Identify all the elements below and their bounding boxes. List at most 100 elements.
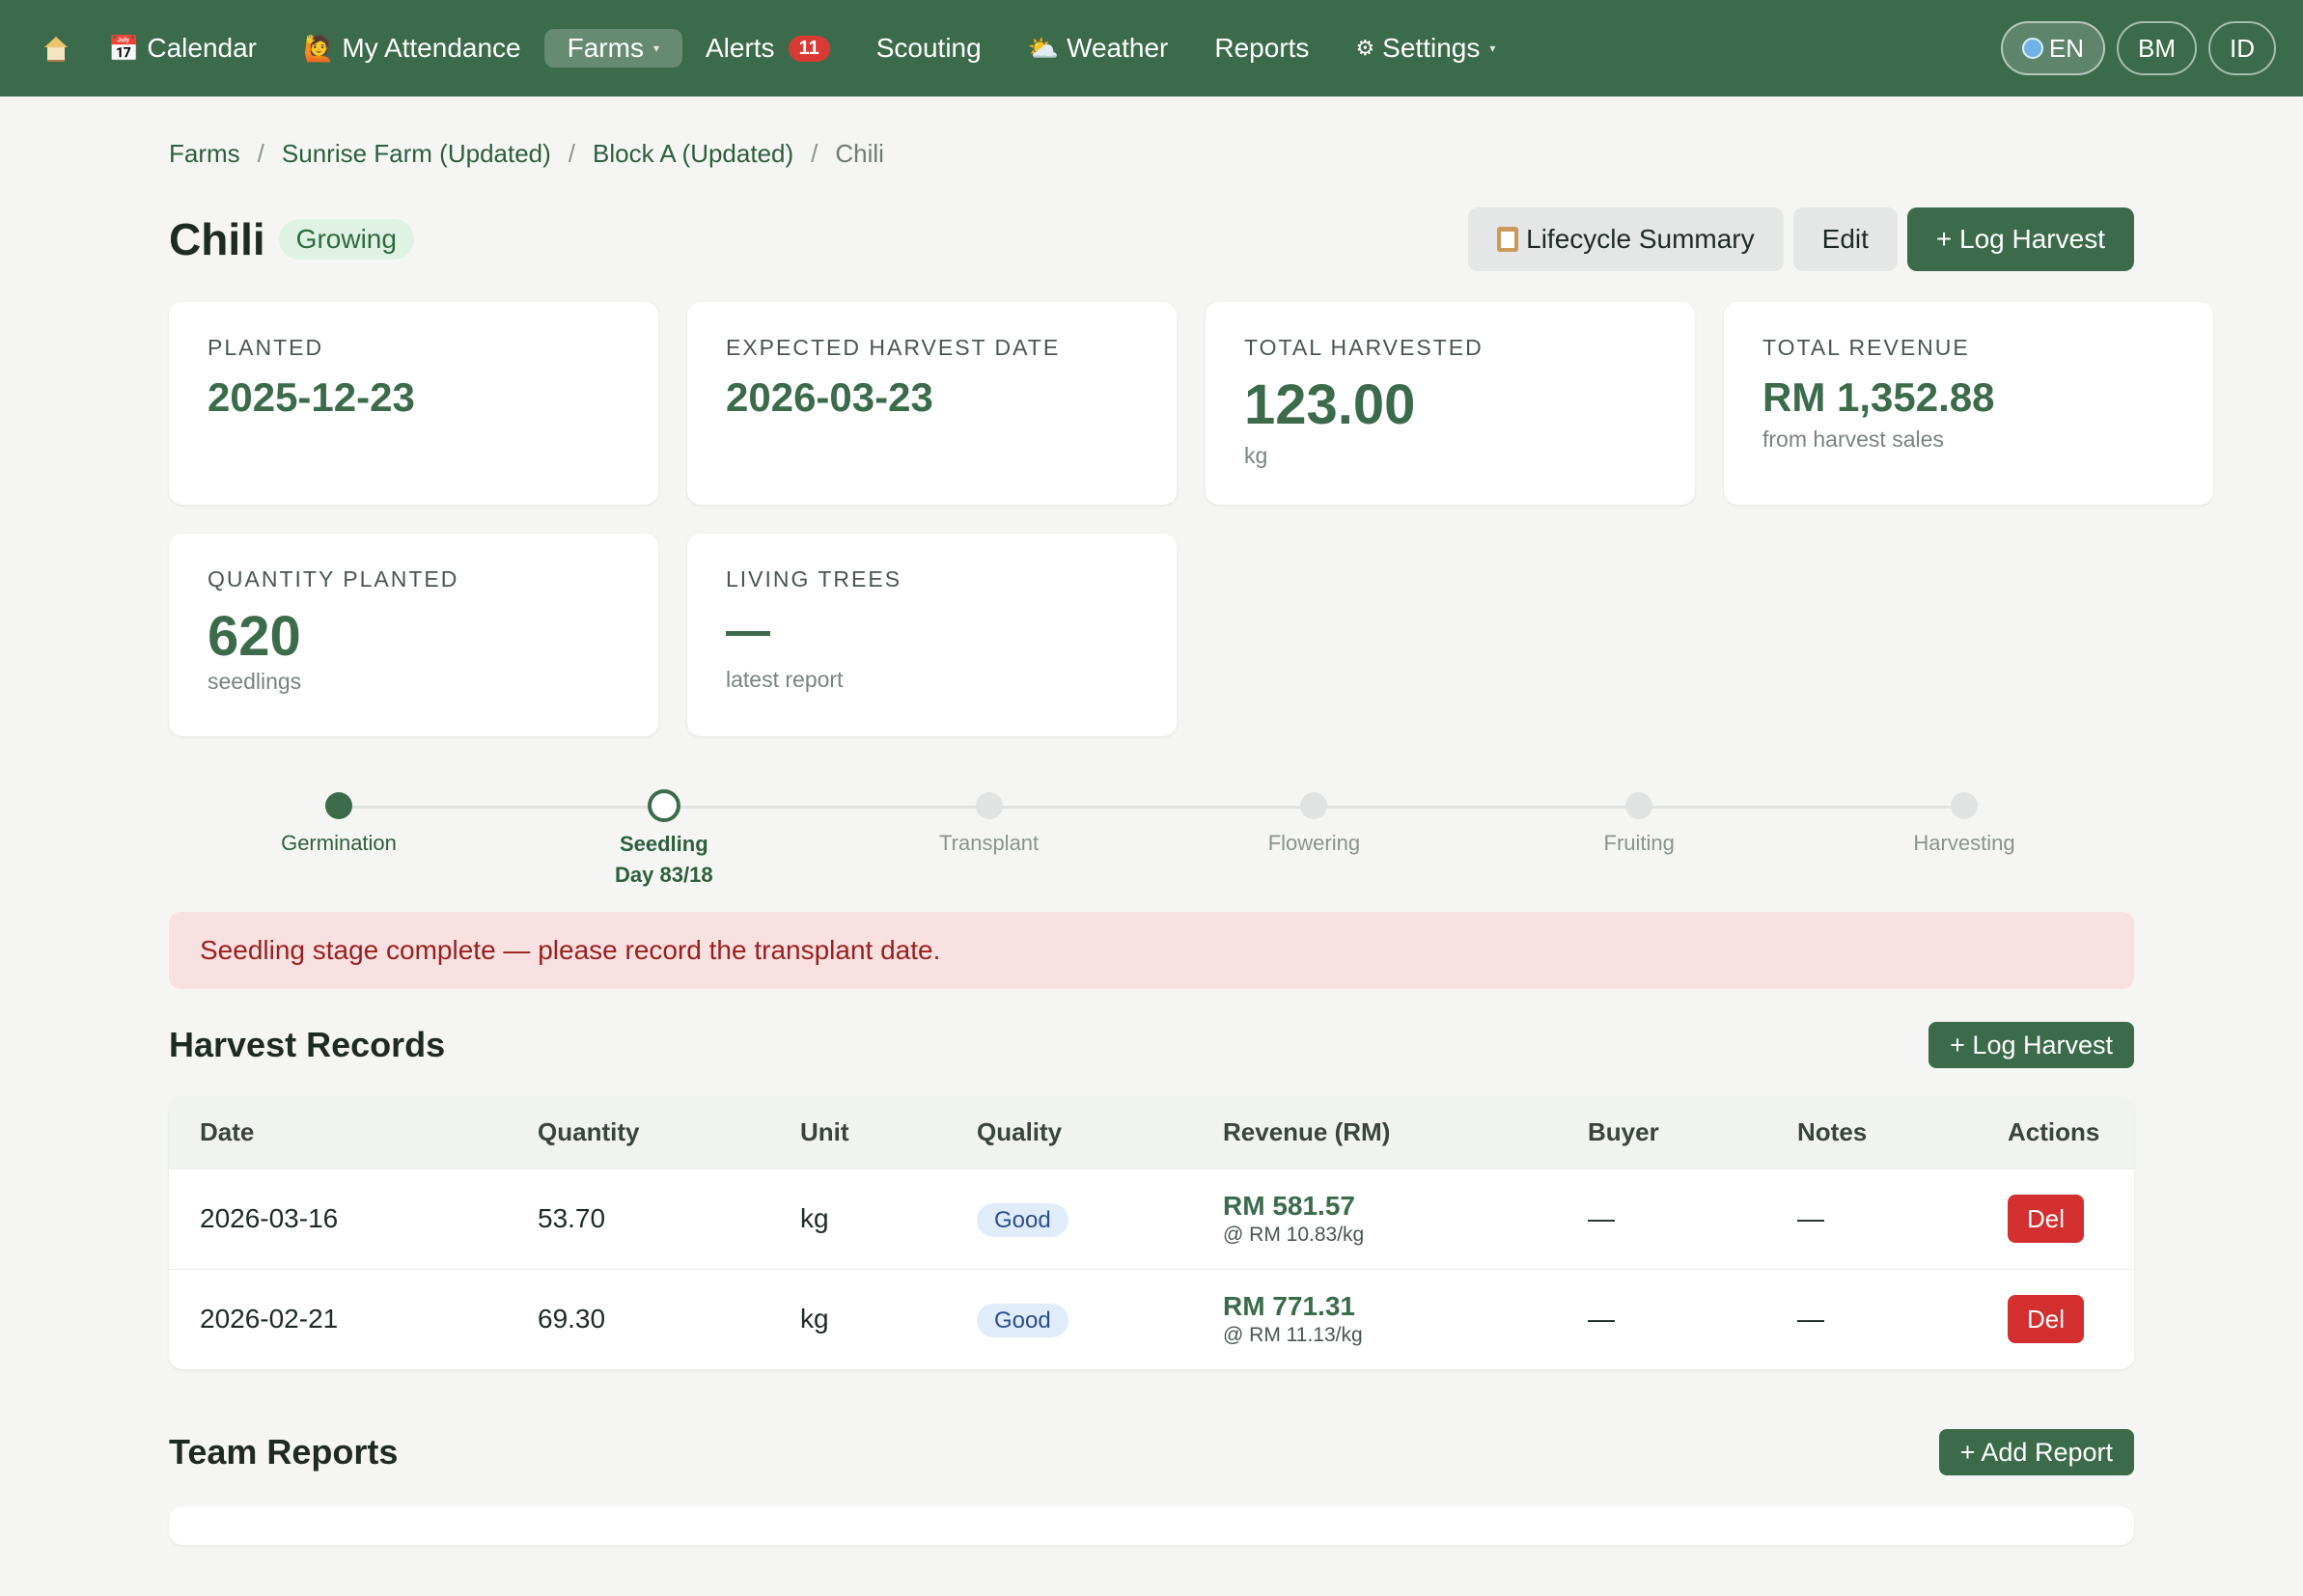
stage-dot-pending <box>1625 792 1653 819</box>
stat-label: Total Harvested <box>1244 335 1484 360</box>
breadcrumb-separator: / <box>811 139 819 168</box>
breadcrumb-separator: / <box>568 139 576 168</box>
col-notes: Notes <box>1766 1097 1977 1169</box>
lang-bm-button[interactable]: BM <box>2117 21 2197 75</box>
lang-en-label: EN <box>2048 33 2084 63</box>
stage-day-count: Day 83/18 <box>615 863 713 887</box>
gear-icon: ⚙ <box>1355 36 1375 60</box>
edit-button[interactable]: Edit <box>1792 207 1898 271</box>
nav-alerts-label: Alerts <box>705 33 775 63</box>
stat-value: 2025-12-23 <box>208 374 415 420</box>
nav-my-attendance[interactable]: 🙋 My Attendance <box>280 29 544 68</box>
stage-dot-pending <box>975 792 1003 819</box>
stage-label: Germination <box>281 831 397 855</box>
stat-label: Quantity Planted <box>208 566 459 592</box>
nav-my-attendance-label: My Attendance <box>342 33 521 63</box>
cell-notes: — <box>1766 1268 1977 1369</box>
home-button[interactable] <box>27 37 85 62</box>
nav-weather-label: Weather <box>1067 33 1169 63</box>
stat-label: Planted <box>208 335 324 360</box>
cell-actions: Del <box>1977 1168 2134 1269</box>
stage-label: Fruiting <box>1603 831 1675 855</box>
log-harvest-small-button[interactable]: + Log Harvest <box>1928 1022 2134 1068</box>
nav-calendar-label: Calendar <box>147 33 258 63</box>
nav-reports[interactable]: Reports <box>1191 29 1332 68</box>
cell-quality: Good <box>946 1268 1192 1369</box>
lifecycle-summary-label: Lifecycle Summary <box>1526 224 1755 254</box>
cell-quantity: 53.70 <box>507 1168 769 1269</box>
stat-value: RM 1,352.88 <box>1762 374 1995 420</box>
stat-card-quantity-planted: Quantity Planted 620 seedlings <box>169 534 658 736</box>
delete-button[interactable]: Del <box>2008 1295 2085 1344</box>
cell-notes: — <box>1766 1168 1977 1269</box>
alerts-count-badge: 11 <box>788 35 830 62</box>
nav-scouting-label: Scouting <box>875 33 982 63</box>
stat-value: 123.00 <box>1244 373 1416 436</box>
nav-settings[interactable]: ⚙ Settings ▾ <box>1332 29 1518 68</box>
harvest-records-header: Harvest Records + Log Harvest <box>169 1022 2134 1068</box>
cell-revenue: RM 771.31 @ RM 11.13/kg <box>1192 1268 1557 1369</box>
stage-dot-done <box>325 792 352 819</box>
stat-card-expected-harvest: Expected Harvest Date 2026-03-23 <box>687 302 1177 505</box>
log-harvest-button[interactable]: + Log Harvest <box>1906 207 2134 271</box>
caret-down-icon: ▾ <box>652 41 659 55</box>
stat-value: 620 <box>208 605 301 668</box>
stage-label: Harvesting <box>1913 831 2015 855</box>
breadcrumb-current: Chili <box>835 139 884 168</box>
stat-label: Living Trees <box>726 566 902 592</box>
harvest-table: Date Quantity Unit Quality Revenue (RM) … <box>169 1097 2134 1369</box>
nav-scouting[interactable]: Scouting <box>853 29 1005 68</box>
cell-actions: Del <box>1977 1268 2134 1369</box>
nav-farms-label: Farms <box>567 33 644 63</box>
breadcrumb-farm[interactable]: Sunrise Farm (Updated) <box>282 139 551 169</box>
delete-button[interactable]: Del <box>2008 1195 2085 1243</box>
calendar-icon: 📅 <box>108 33 140 63</box>
stage-label: Transplant <box>939 831 1040 855</box>
page-title: Chili <box>169 214 265 264</box>
add-report-button[interactable]: + Add Report <box>1938 1429 2134 1475</box>
cell-date: 2026-03-16 <box>169 1168 507 1269</box>
col-revenue: Revenue (RM) <box>1192 1097 1557 1169</box>
col-date: Date <box>169 1097 507 1169</box>
revenue-amount: RM 581.57 <box>1223 1191 1355 1221</box>
stat-label: Total Revenue <box>1762 335 1970 360</box>
stage-flowering: Flowering <box>1202 788 1426 888</box>
lang-en-button[interactable]: EN <box>2000 21 2105 75</box>
stat-sub: kg <box>1244 443 1268 468</box>
stat-card-total-revenue: Total Revenue RM 1,352.88 from harvest s… <box>1724 302 2213 505</box>
stat-card-living-trees: Living Trees latest report <box>687 534 1177 736</box>
col-unit: Unit <box>769 1097 946 1169</box>
breadcrumb-separator: / <box>257 139 264 168</box>
home-icon <box>43 37 69 62</box>
transplant-alert: Seedling stage complete — please record … <box>169 912 2134 989</box>
col-quantity: Quantity <box>507 1097 769 1169</box>
stat-label: Expected Harvest Date <box>726 335 1061 360</box>
clipboard-icon <box>1497 227 1519 252</box>
stage-fruiting: Fruiting <box>1527 788 1751 888</box>
revenue-rate: @ RM 11.13/kg <box>1223 1324 1363 1347</box>
cell-quantity: 69.30 <box>507 1268 769 1369</box>
empty-value-dash <box>726 631 770 636</box>
lang-id-button[interactable]: ID <box>2208 21 2276 75</box>
stat-sub: from harvest sales <box>1762 427 1944 452</box>
cell-quality: Good <box>946 1168 1192 1269</box>
team-reports-header: Team Reports + Add Report <box>169 1429 2134 1475</box>
table-header-row: Date Quantity Unit Quality Revenue (RM) … <box>169 1097 2134 1169</box>
cell-buyer: — <box>1557 1268 1766 1369</box>
col-quality: Quality <box>946 1097 1192 1169</box>
lifecycle-summary-button[interactable]: Lifecycle Summary <box>1468 207 1784 271</box>
breadcrumb-block[interactable]: Block A (Updated) <box>593 139 793 169</box>
breadcrumb: Farms / Sunrise Farm (Updated) / Block A… <box>169 139 2134 169</box>
nav-alerts[interactable]: Alerts 11 <box>682 29 853 68</box>
nav-settings-label: Settings <box>1382 33 1481 63</box>
breadcrumb-farms[interactable]: Farms <box>169 139 240 169</box>
stat-sub: seedlings <box>208 669 302 694</box>
nav-farms[interactable]: Farms ▾ <box>543 29 682 68</box>
nav-weather[interactable]: ⛅ Weather <box>1005 29 1192 68</box>
col-buyer: Buyer <box>1557 1097 1766 1169</box>
cell-unit: kg <box>769 1168 946 1269</box>
stage-dot-current <box>647 789 680 822</box>
nav-calendar[interactable]: 📅 Calendar <box>85 29 280 68</box>
team-reports-card <box>169 1506 2134 1545</box>
title-row: Chili Growing Lifecycle Summary Edit + L… <box>169 207 2134 271</box>
